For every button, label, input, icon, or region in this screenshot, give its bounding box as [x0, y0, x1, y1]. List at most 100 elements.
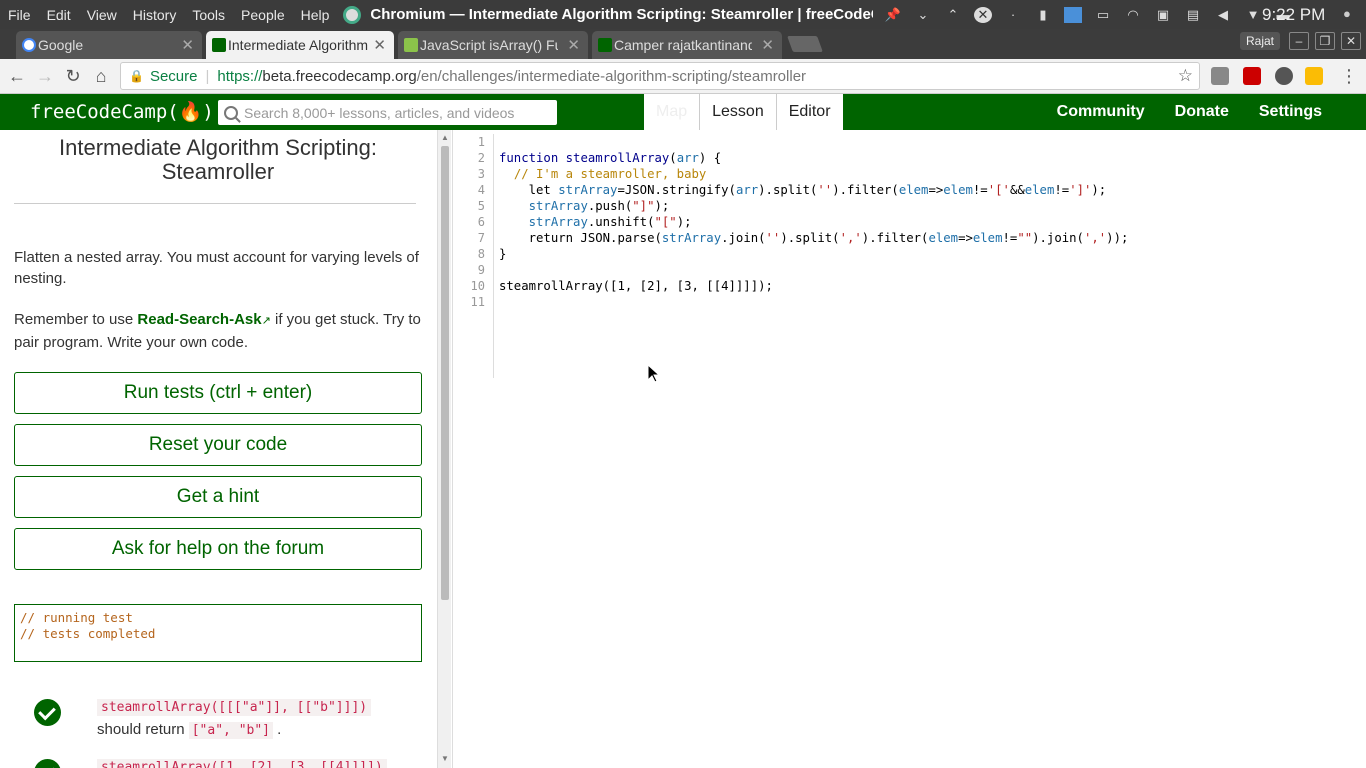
challenge-description: Flatten a nested array. You must account…: [14, 249, 419, 287]
test-text-prefix: should return: [97, 721, 189, 738]
tab-camper[interactable]: Camper rajatkantinand ✕: [592, 31, 782, 59]
code-editor[interactable]: 1 2 3 4 5 6 7 8 9 10 11 function steamro…: [452, 130, 1366, 768]
close-tab-icon[interactable]: ✕: [181, 36, 194, 54]
nav-community[interactable]: Community: [1057, 94, 1145, 130]
mouse-cursor-icon: [647, 364, 661, 383]
pin-icon[interactable]: 📌: [884, 7, 902, 23]
volume-icon[interactable]: ◀: [1214, 7, 1232, 23]
view-tabs: Map Lesson Editor: [644, 94, 843, 130]
fcc-nav: Community Donate Settings: [1027, 94, 1322, 130]
fcc-logo[interactable]: freeCodeCamp(🔥): [30, 100, 214, 123]
menu-kebab-icon[interactable]: ⋮: [1338, 65, 1360, 87]
line-number: 2: [477, 151, 485, 165]
external-link-icon: ↗: [261, 315, 271, 327]
line-number: 11: [470, 295, 485, 309]
system-tray: 📌 ⌄ ⌃ ✕ · ▮ ▭ ◠ ▣ ▤ ◀ ▼ ▬: [878, 0, 1298, 29]
minimize-button[interactable]: –: [1289, 32, 1309, 50]
scroll-down-icon[interactable]: ▼: [441, 754, 449, 763]
menu-view[interactable]: View: [79, 7, 125, 23]
app-tray-icon[interactable]: [1064, 6, 1082, 23]
url-path: /en/challenges/intermediate-algorithm-sc…: [416, 67, 807, 85]
fcc-header: freeCodeCamp(🔥) Map Lesson Editor Commun…: [0, 94, 1366, 130]
home-icon[interactable]: ⌂: [90, 65, 112, 87]
code-line: strArray.unshift("[");: [528, 215, 692, 229]
chevron-up-icon[interactable]: ⌃: [944, 7, 962, 23]
dropdown-icon[interactable]: ▼: [1244, 7, 1262, 23]
reload-icon[interactable]: ↻: [62, 65, 84, 87]
user-icon[interactable]: ●: [1343, 6, 1351, 21]
clock[interactable]: 9:22 PM: [1262, 5, 1325, 25]
pocket-icon[interactable]: [1211, 67, 1229, 85]
menu-history[interactable]: History: [125, 7, 185, 23]
menu-people[interactable]: People: [233, 7, 293, 23]
app-menu: File Edit View History Tools People Help: [0, 7, 337, 23]
reminder-prefix: Remember to use: [14, 311, 138, 328]
test-output: // running test // tests completed: [14, 604, 422, 662]
dot-icon: ·: [1010, 6, 1016, 22]
line-number: 5: [477, 199, 485, 213]
tab-intermediate-algorithm[interactable]: Intermediate Algorithm ✕: [206, 31, 394, 59]
close-tab-icon[interactable]: ✕: [761, 36, 774, 54]
menu-edit[interactable]: Edit: [39, 7, 79, 23]
close-tab-icon[interactable]: ✕: [567, 36, 580, 54]
code-line: strArray.push("]");: [528, 199, 670, 213]
mdn-favicon-icon: [404, 38, 418, 52]
secure-label: Secure: [149, 67, 198, 85]
nav-settings[interactable]: Settings: [1259, 94, 1322, 130]
menu-tools[interactable]: Tools: [184, 7, 233, 23]
extension-icon[interactable]: [1275, 67, 1293, 85]
back-icon[interactable]: ←: [6, 65, 28, 87]
line-number: 3: [477, 167, 485, 181]
close-tab-icon[interactable]: ✕: [373, 36, 386, 54]
battery-icon[interactable]: ▮: [1034, 7, 1052, 23]
browser-toolbar: ← → ↻ ⌂ 🔒 Secure | https:// beta.freecod…: [0, 59, 1366, 94]
bookmark-star-icon[interactable]: ☆: [1178, 66, 1193, 86]
ublock-icon[interactable]: [1243, 67, 1261, 85]
tab-lesson[interactable]: Lesson: [699, 94, 776, 130]
menu-file[interactable]: File: [0, 7, 39, 23]
separator: |: [205, 67, 210, 85]
code-lines[interactable]: function steamrollArray(arr) { // I'm a …: [499, 134, 1128, 310]
maximize-button[interactable]: ❐: [1315, 32, 1335, 50]
profile-button[interactable]: Rajat: [1240, 32, 1281, 50]
address-bar[interactable]: 🔒 Secure | https:// beta.freecodecamp.or…: [120, 62, 1200, 90]
window-title-text: Chromium — Intermediate Algorithm Script…: [370, 6, 874, 23]
image-icon[interactable]: ▭: [1094, 7, 1112, 23]
ask-forum-button[interactable]: Ask for help on the forum: [14, 528, 422, 570]
test-code: steamrollArray([1, [2], [3, [[4]]]]): [97, 759, 387, 768]
window-title: Chromium — Intermediate Algorithm Script…: [343, 5, 874, 24]
clipboard-icon[interactable]: ▤: [1184, 7, 1202, 23]
search-input[interactable]: [244, 104, 544, 121]
lock-icon[interactable]: ▣: [1154, 7, 1172, 23]
menu-help[interactable]: Help: [293, 7, 338, 23]
nav-donate[interactable]: Donate: [1175, 94, 1229, 130]
lesson-scrollbar[interactable]: ▲ ▼: [437, 130, 451, 768]
run-tests-button[interactable]: Run tests (ctrl + enter): [14, 372, 422, 414]
line-number: 8: [477, 247, 485, 261]
google-favicon-icon: [22, 38, 36, 52]
close-button[interactable]: ✕: [1341, 32, 1361, 50]
divider: [14, 203, 416, 204]
forward-icon[interactable]: →: [34, 65, 56, 87]
scroll-thumb[interactable]: [441, 146, 449, 600]
chevron-down-icon[interactable]: ⌄: [914, 7, 932, 23]
tab-javascript-isarray[interactable]: JavaScript isArray() Fu ✕: [398, 31, 588, 59]
tab-editor[interactable]: Editor: [775, 94, 843, 130]
google-keep-icon[interactable]: [1305, 67, 1323, 85]
new-tab-button[interactable]: [787, 36, 823, 52]
code-line: // I'm a steamroller, baby: [513, 167, 707, 181]
fcc-favicon-icon: [212, 38, 226, 52]
tab-google[interactable]: Google ✕: [16, 31, 202, 59]
output-line: // running test: [20, 610, 133, 625]
code-line: function steamrollArray(arr) {: [499, 151, 722, 165]
tab-map[interactable]: Map: [644, 94, 699, 130]
search-box: [218, 100, 557, 125]
close-window-icon[interactable]: ✕: [974, 6, 992, 23]
test-expected: ["a", "b"]: [188, 722, 274, 739]
scroll-up-icon[interactable]: ▲: [441, 133, 449, 142]
read-search-ask-link[interactable]: Read-Search-Ask: [137, 311, 261, 328]
reset-code-button[interactable]: Reset your code: [14, 424, 422, 466]
get-hint-button[interactable]: Get a hint: [14, 476, 422, 518]
wifi-icon[interactable]: ◠: [1124, 7, 1142, 23]
